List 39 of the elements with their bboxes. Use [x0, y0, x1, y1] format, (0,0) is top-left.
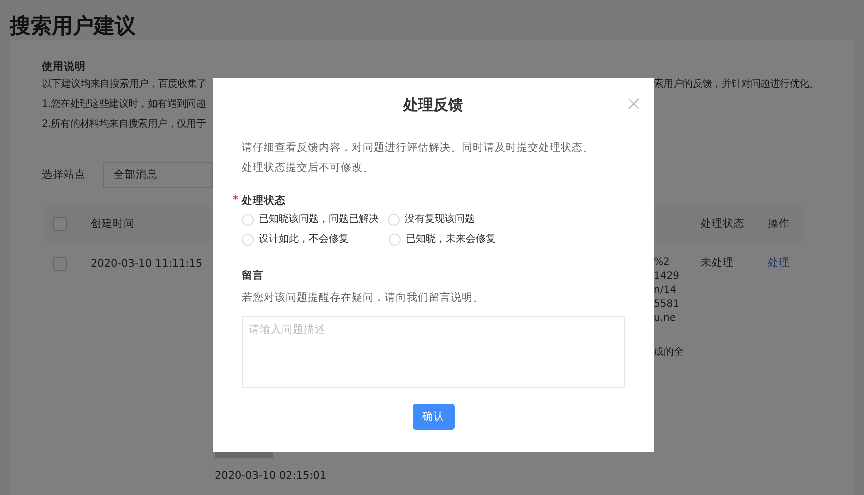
radio-label[interactable]: 已知晓该问题，问题已解决	[259, 213, 379, 227]
dialog-title: 处理反馈	[402, 96, 464, 116]
radio-label[interactable]: 已知晓，未来会修复	[406, 233, 496, 247]
site-select[interactable]: 全部消息	[103, 162, 213, 188]
radio-button[interactable]	[389, 234, 401, 246]
column-header: 操作	[768, 217, 790, 231]
comment-field[interactable]: 请输入问题描述	[242, 316, 625, 388]
radio-button[interactable]	[242, 234, 254, 246]
column-header: 处理状态	[701, 217, 746, 231]
table-cell-text: 5581	[654, 298, 680, 312]
table-cell-text: %2	[654, 256, 671, 270]
radio-button[interactable]	[388, 214, 400, 226]
dialog-text: 处理状态提交后不可修改。	[242, 161, 375, 176]
table-cell-text: 2020-03-10 02:15:01	[215, 470, 328, 482]
checkbox[interactable]	[53, 217, 67, 231]
table-cell-text: u.ne	[654, 312, 678, 326]
field-label: 留言	[242, 270, 264, 282]
field-label: 处理状态	[242, 195, 286, 207]
radio-label[interactable]: 设计如此，不会修复	[259, 233, 349, 247]
table-cell-text: n/14	[654, 284, 678, 298]
instruction-text: 2.所有的材料均来自搜索用户，仅用于	[42, 119, 206, 130]
instruction-text: 索用户的反馈，并针对问题进行优化。	[654, 79, 819, 90]
table-cell-text: 未处理	[701, 256, 735, 270]
radio-button[interactable]	[242, 214, 254, 226]
required-mark: *	[233, 194, 238, 206]
instruction-text: 以下建议均来自搜索用户，百度收集了	[42, 79, 207, 90]
radio-label[interactable]: 没有复现该问题	[405, 213, 475, 227]
checkbox[interactable]	[53, 257, 67, 271]
page-title: 搜索用户建议	[8, 13, 137, 40]
instructions-heading: 使用说明	[42, 61, 86, 73]
dialog-text: 请仔细查看反馈内容，对问题进行评估解决。同时请及时提交处理状态。	[242, 141, 595, 156]
table-cell-text: 成的全	[654, 346, 685, 360]
field-hint: 若您对该问题提醒存在疑问，请向我们留言说明。	[242, 291, 485, 305]
site-label: 选择站点	[42, 168, 86, 182]
table-cell: 2020-03-10 11:11:15	[91, 258, 203, 270]
table-cell-text: 1429	[654, 270, 680, 284]
instruction-text: 1.您在处理这些建议时，如有遇到问题	[42, 99, 206, 110]
close-icon[interactable]	[628, 98, 640, 110]
column-header: 创建时间	[91, 217, 135, 231]
